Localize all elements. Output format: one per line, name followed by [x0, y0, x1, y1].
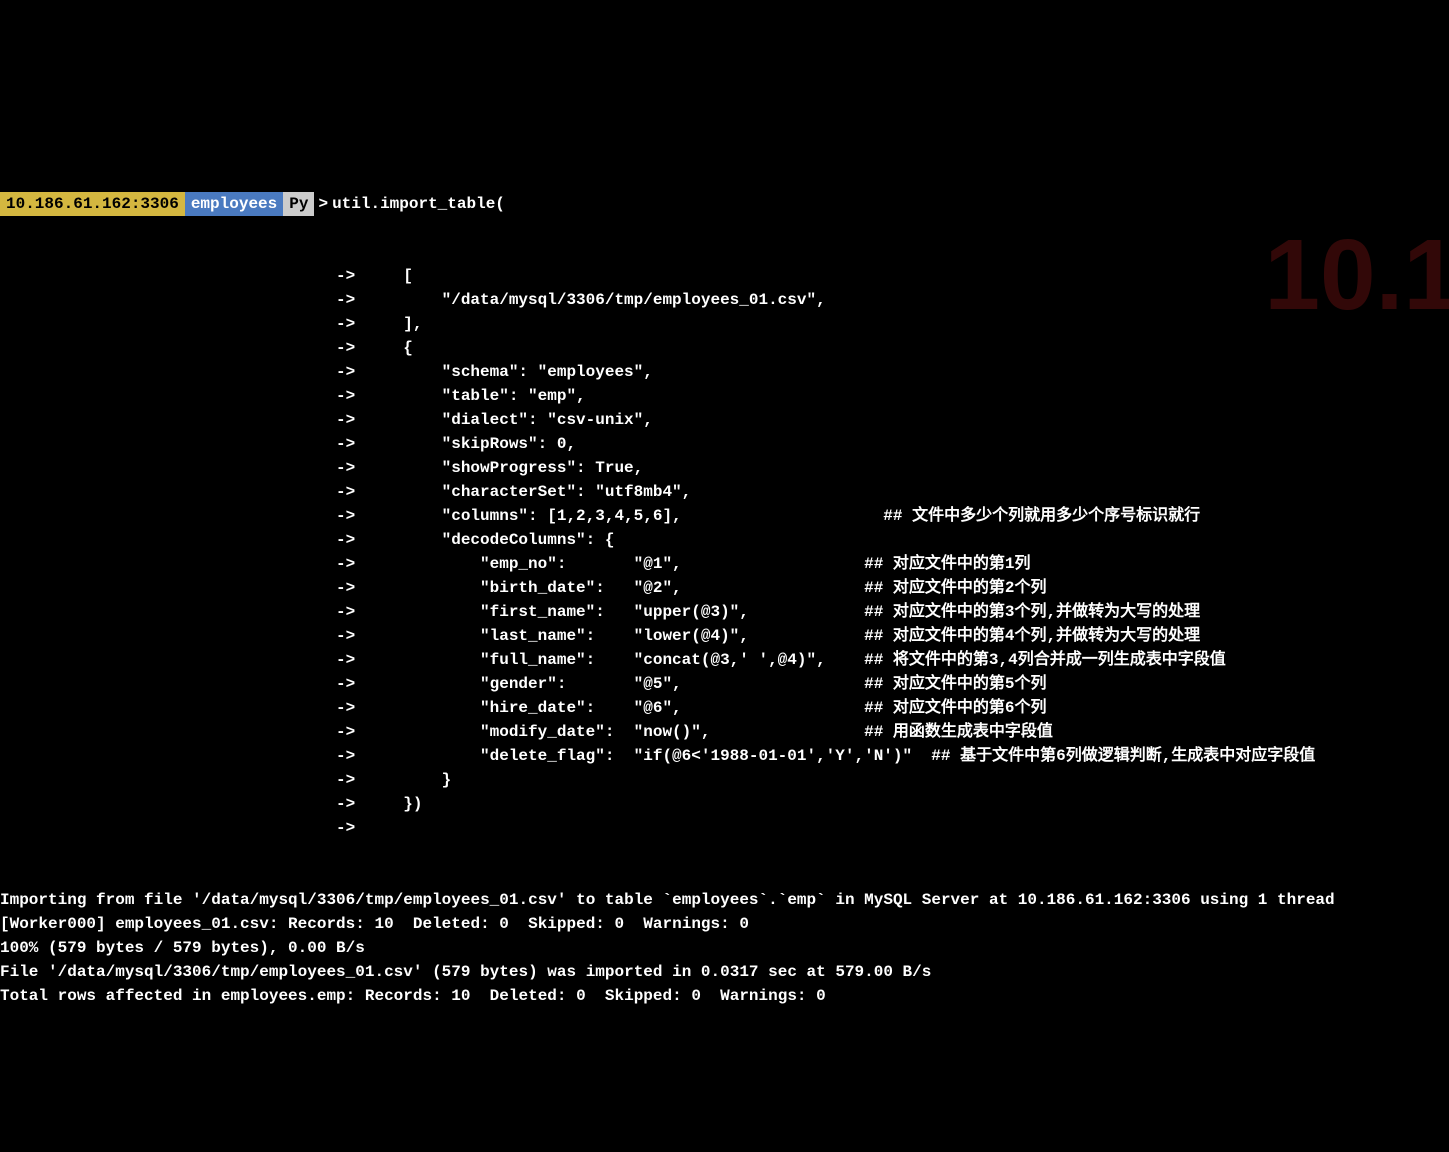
- code-line: -> "/data/mysql/3306/tmp/employees_01.cs…: [0, 288, 1449, 312]
- host-badge: 10.186.61.162:3306: [0, 192, 185, 216]
- code-line: -> "decodeColumns": {: [0, 528, 1449, 552]
- code-line: -> "characterSet": "utf8mb4",: [0, 480, 1449, 504]
- code-line: -> [: [0, 264, 1449, 288]
- code-line: -> "hire_date": "@6", ## 对应文件中的第6个列: [0, 696, 1449, 720]
- code-line: -> "emp_no": "@1", ## 对应文件中的第1列: [0, 552, 1449, 576]
- code-line: -> "last_name": "lower(@4)", ## 对应文件中的第4…: [0, 624, 1449, 648]
- code-line: -> "first_name": "upper(@3)", ## 对应文件中的第…: [0, 600, 1449, 624]
- code-line: ->: [0, 816, 1449, 840]
- code-line: -> "columns": [1,2,3,4,5,6], ## 文件中多少个列就…: [0, 504, 1449, 528]
- output-line: [Worker000] employees_01.csv: Records: 1…: [0, 912, 1449, 936]
- code-line: -> ],: [0, 312, 1449, 336]
- code-line: -> "table": "emp",: [0, 384, 1449, 408]
- output-line: Importing from file '/data/mysql/3306/tm…: [0, 888, 1449, 912]
- code-line: -> {: [0, 336, 1449, 360]
- terminal-content[interactable]: 10.186.61.162:3306employeesPy>util.impor…: [0, 144, 1449, 1032]
- prompt-line: 10.186.61.162:3306employeesPy>util.impor…: [0, 192, 1449, 216]
- code-line: -> "dialect": "csv-unix",: [0, 408, 1449, 432]
- code-line: -> "schema": "employees",: [0, 360, 1449, 384]
- code-line: -> }): [0, 792, 1449, 816]
- output-line: File '/data/mysql/3306/tmp/employees_01.…: [0, 960, 1449, 984]
- code-line: -> "showProgress": True,: [0, 456, 1449, 480]
- code-line: -> "birth_date": "@2", ## 对应文件中的第2个列: [0, 576, 1449, 600]
- code-line: -> "skipRows": 0,: [0, 432, 1449, 456]
- prompt-symbol: >: [314, 192, 332, 216]
- code-line: -> "gender": "@5", ## 对应文件中的第5个列: [0, 672, 1449, 696]
- code-line: -> "modify_date": "now()", ## 用函数生成表中字段值: [0, 720, 1449, 744]
- code-line: -> }: [0, 768, 1449, 792]
- output-line: 100% (579 bytes / 579 bytes), 0.00 B/s: [0, 936, 1449, 960]
- database-badge: employees: [185, 192, 283, 216]
- code-line: -> "full_name": "concat(@3,' ',@4)", ## …: [0, 648, 1449, 672]
- mode-badge: Py: [283, 192, 314, 216]
- command-text: util.import_table(: [332, 192, 505, 216]
- code-line: -> "delete_flag": "if(@6<'1988-01-01','Y…: [0, 744, 1449, 768]
- output-line: Total rows affected in employees.emp: Re…: [0, 984, 1449, 1008]
